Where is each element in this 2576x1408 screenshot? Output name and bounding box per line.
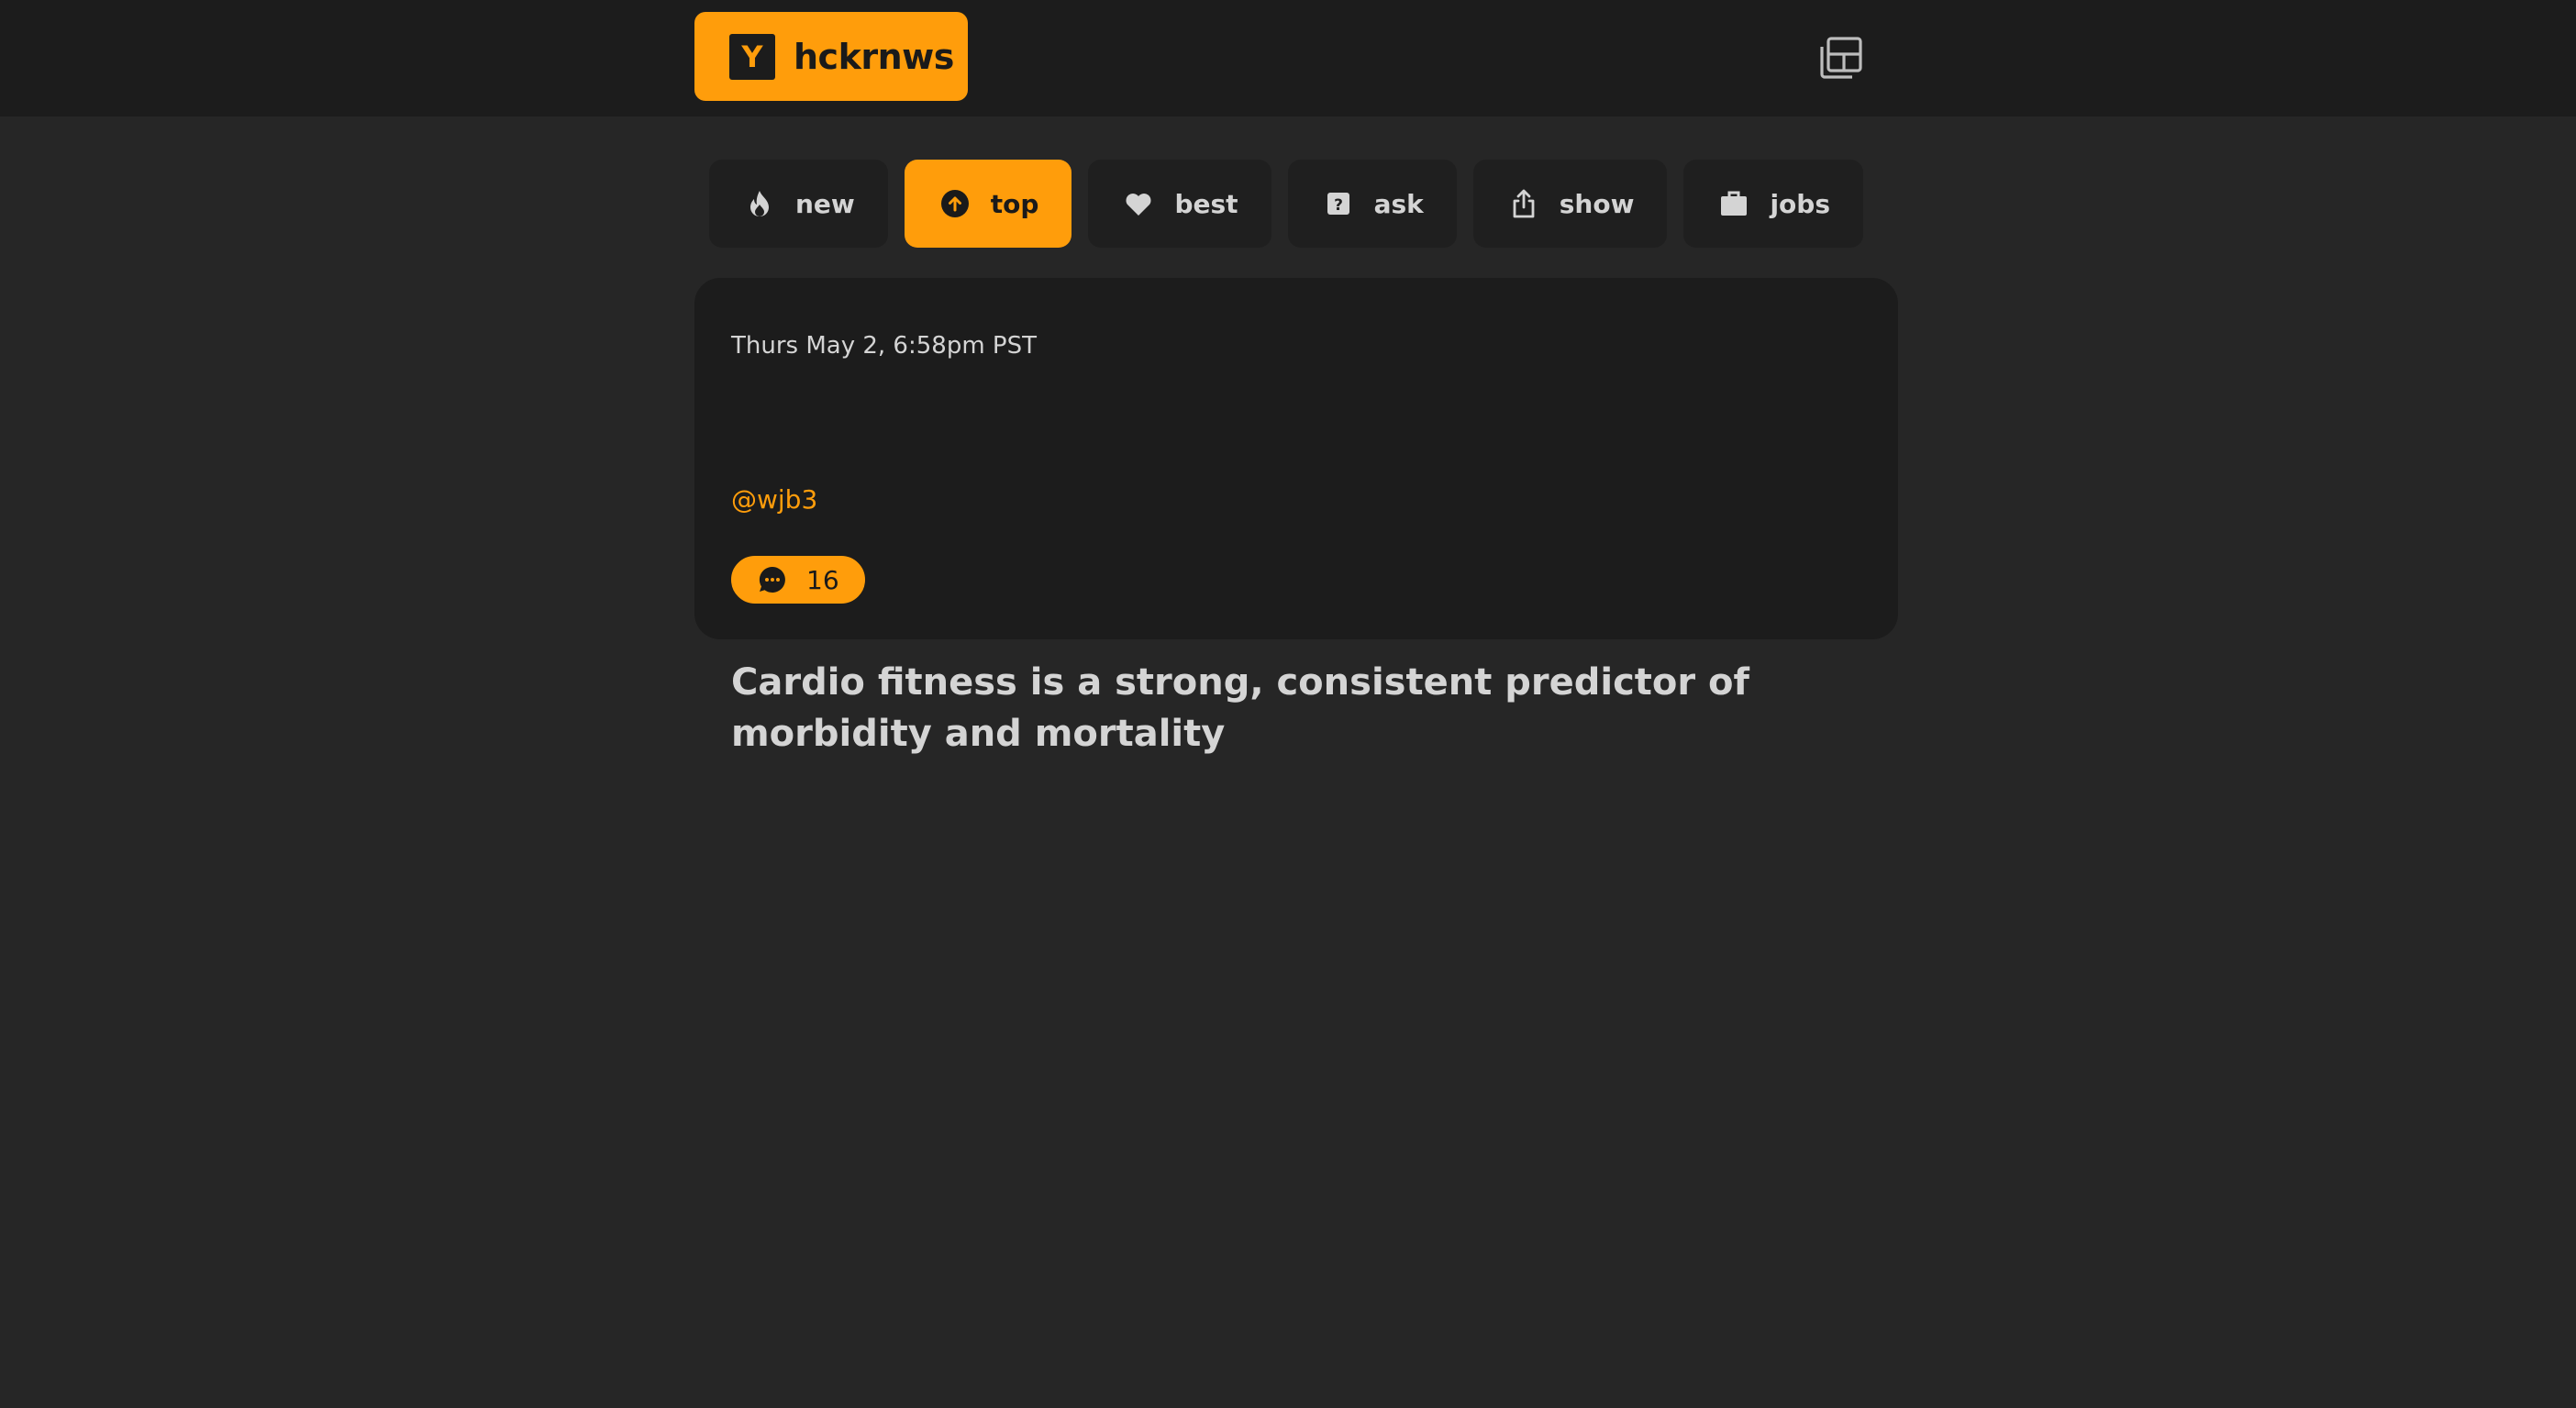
share-icon <box>1513 189 1535 218</box>
story-card: Thurs May 2, 6:58pm PST Cardio fitness i… <box>694 278 1898 755</box>
tab-label: top <box>990 188 1039 219</box>
tab-show[interactable]: show <box>1472 160 1668 248</box>
tab-jobs[interactable]: jobs <box>1683 160 1863 248</box>
app-title: hckrnws <box>794 36 954 77</box>
tab-label: jobs <box>1770 188 1830 219</box>
svg-text:?: ? <box>1334 196 1343 215</box>
tab-label: best <box>1174 188 1238 219</box>
tab-new[interactable]: new <box>709 160 888 248</box>
comments-button[interactable]: 16 <box>731 556 865 604</box>
story-author[interactable]: @wjb3 <box>731 484 817 515</box>
tab-label: new <box>795 188 855 219</box>
heart-icon <box>1126 194 1151 216</box>
flame-icon <box>750 191 769 216</box>
tab-label: ask <box>1373 188 1424 219</box>
y-logo-icon: Y <box>729 33 775 80</box>
tab-label: show <box>1559 188 1635 219</box>
comment-bubble-icon <box>759 566 785 593</box>
question-square-icon: ? <box>1327 193 1349 215</box>
tab-best[interactable]: best <box>1088 160 1271 248</box>
tab-top[interactable]: top <box>904 160 1072 248</box>
logo-button[interactable]: Y hckrnws <box>694 12 968 101</box>
tab-ask[interactable]: ? ask <box>1287 160 1457 248</box>
comment-count: 16 <box>806 564 839 595</box>
story-title[interactable]: Cardio fitness is a strong, consistent p… <box>731 657 1860 759</box>
top-bar: Y hckrnws <box>0 0 2576 116</box>
feed-tabs: new top best ? ask show jobs <box>709 160 1863 248</box>
story-date: Thurs May 2, 6:58pm PST <box>731 332 1037 360</box>
layout-toggle-icon[interactable] <box>1817 34 1865 82</box>
briefcase-icon <box>1721 191 1748 216</box>
arrow-up-circle-icon <box>940 190 969 217</box>
